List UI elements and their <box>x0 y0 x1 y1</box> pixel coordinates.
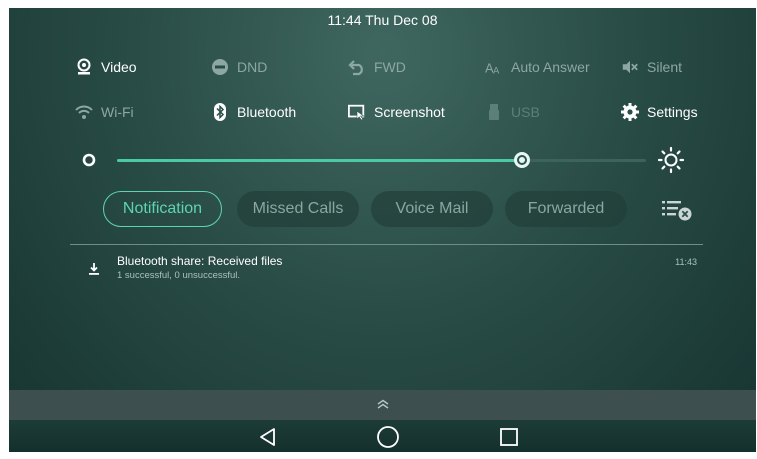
qs-usb-label: USB <box>511 104 540 120</box>
recents-icon[interactable] <box>496 424 522 450</box>
video-icon <box>75 58 93 76</box>
qs-fwd-label: FWD <box>374 59 406 75</box>
bluetooth-icon <box>211 103 229 121</box>
brightness-track-empty <box>522 159 646 162</box>
download-icon <box>87 262 101 276</box>
qs-screenshot-label: Screenshot <box>374 104 445 120</box>
brightness-slider-thumb[interactable] <box>514 152 530 168</box>
notification-title: Bluetooth share: Received files <box>117 254 283 268</box>
qs-silent[interactable]: Silent <box>621 56 682 78</box>
tab-forwarded[interactable]: Forwarded <box>505 191 627 227</box>
shade-handle[interactable] <box>9 390 756 420</box>
gear-icon <box>621 103 639 121</box>
qs-bluetooth[interactable]: Bluetooth <box>211 101 296 123</box>
wifi-icon <box>75 103 93 121</box>
qs-silent-label: Silent <box>647 59 683 75</box>
notification-time: 11:43 <box>675 257 697 267</box>
svg-text:A: A <box>493 66 500 76</box>
forward-icon <box>348 58 366 76</box>
tab-notification[interactable]: Notification <box>103 191 222 227</box>
silent-icon <box>621 58 639 76</box>
dnd-icon <box>211 58 229 76</box>
qs-wifi-label: Wi-Fi <box>101 104 134 120</box>
screenshot-icon <box>348 103 366 121</box>
qs-video[interactable]: Video <box>75 56 137 78</box>
qs-settings[interactable]: Settings <box>621 101 698 123</box>
tab-missed-calls[interactable]: Missed Calls <box>237 191 359 227</box>
divider <box>70 244 703 245</box>
qs-auto-answer[interactable]: AA Auto Answer <box>485 56 590 78</box>
expand-up-icon <box>376 396 390 414</box>
qs-wifi[interactable]: Wi-Fi <box>75 101 134 123</box>
qs-dnd-label: DND <box>237 59 268 75</box>
home-icon[interactable] <box>375 424 401 450</box>
usb-icon <box>485 103 503 121</box>
brightness-high-icon <box>657 146 685 174</box>
notification-shade: 11:44 Thu Dec 08 Video DND FWD AA Auto A… <box>9 8 756 452</box>
back-icon[interactable] <box>255 424 281 450</box>
qs-video-label: Video <box>101 59 137 75</box>
qs-dnd[interactable]: DND <box>211 56 267 78</box>
tab-voice-mail[interactable]: Voice Mail <box>371 191 493 227</box>
auto-answer-icon: AA <box>485 58 503 76</box>
notification-subtitle: 1 successful, 0 unsuccessful. <box>117 270 241 281</box>
brightness-track-filled <box>117 159 522 162</box>
qs-auto-answer-label: Auto Answer <box>511 59 590 75</box>
brightness-low-icon <box>81 152 97 168</box>
qs-fwd[interactable]: FWD <box>348 56 406 78</box>
qs-screenshot[interactable]: Screenshot <box>348 101 445 123</box>
navigation-bar <box>9 420 756 452</box>
clear-all-icon[interactable] <box>661 198 693 222</box>
qs-bluetooth-label: Bluetooth <box>237 104 297 120</box>
qs-settings-label: Settings <box>647 104 698 120</box>
qs-usb[interactable]: USB <box>485 101 540 123</box>
status-time: 11:44 Thu Dec 08 <box>327 12 438 28</box>
